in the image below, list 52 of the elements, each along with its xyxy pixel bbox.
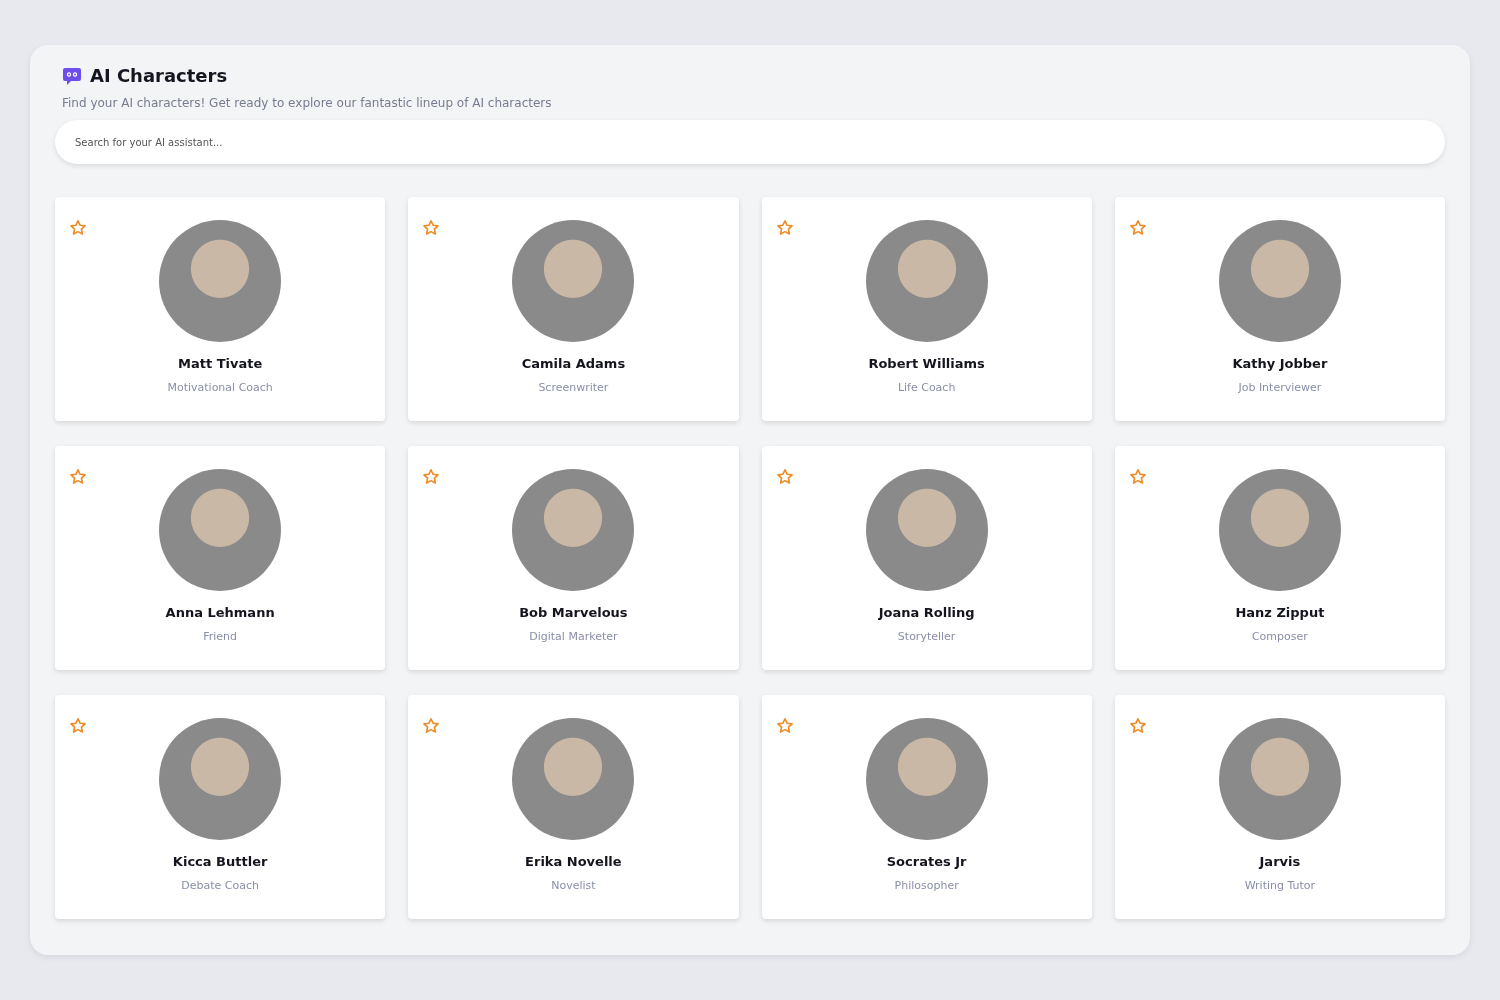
character-role: Philosopher xyxy=(894,879,959,892)
character-role: Novelist xyxy=(551,879,596,892)
star-icon[interactable] xyxy=(1128,717,1147,735)
star-icon[interactable] xyxy=(775,219,794,237)
character-role: Screenwriter xyxy=(538,381,609,394)
character-name: Jarvis xyxy=(1259,854,1301,869)
character-name: Anna Lehmann xyxy=(165,605,275,620)
page-title: AI Characters xyxy=(90,65,228,86)
character-role: Life Coach xyxy=(897,381,956,394)
character-card[interactable]: Anna Lehmann Friend xyxy=(55,446,386,670)
character-card[interactable]: Matt Tivate Motivational Coach xyxy=(55,197,386,421)
character-name: Matt Tivate xyxy=(178,356,263,371)
character-name: Hanz Zipput xyxy=(1235,605,1325,620)
star-icon[interactable] xyxy=(775,717,794,735)
character-card[interactable]: Jarvis Writing Tutor xyxy=(1114,695,1445,919)
page-subtitle: Find your AI characters! Get ready to explore our fantastic lineup of AI characters xyxy=(62,96,553,110)
character-card[interactable]: Bob Marvelous Digital Marketer xyxy=(408,446,739,670)
character-role: Debate Coach xyxy=(181,879,259,892)
character-role: Motivational Coach xyxy=(167,381,273,394)
star-icon[interactable] xyxy=(69,717,87,735)
character-name: Socrates Jr xyxy=(886,854,967,869)
character-role: Job Interviewer xyxy=(1238,381,1322,394)
character-card[interactable]: Kicca Buttler Debate Coach xyxy=(55,695,386,919)
star-icon[interactable] xyxy=(422,468,441,486)
character-card[interactable]: Robert Williams Life Coach xyxy=(761,197,1092,421)
character-name: Kathy Jobber xyxy=(1232,356,1328,371)
character-card[interactable]: Joana Rolling Storyteller xyxy=(761,446,1092,670)
character-card[interactable]: Erika Novelle Novelist xyxy=(408,695,739,919)
star-icon[interactable] xyxy=(422,717,441,735)
star-icon[interactable] xyxy=(69,468,87,486)
character-name: Joana Rolling xyxy=(878,605,975,620)
character-name: Camila Adams xyxy=(521,356,626,371)
character-card[interactable]: Socrates Jr Philosopher xyxy=(761,695,1092,919)
character-name: Erika Novelle xyxy=(525,854,622,869)
star-icon[interactable] xyxy=(1128,219,1147,237)
star-icon[interactable] xyxy=(775,468,794,486)
character-name: Bob Marvelous xyxy=(519,605,628,620)
character-name: Kicca Buttler xyxy=(172,854,268,869)
character-card[interactable]: Camila Adams Screenwriter xyxy=(408,197,739,421)
character-role: Composer xyxy=(1251,630,1308,643)
character-role: Storyteller xyxy=(897,630,956,643)
character-name: Robert Williams xyxy=(868,356,985,371)
character-role: Writing Tutor xyxy=(1244,879,1316,892)
chat-bubble-icon xyxy=(62,65,82,86)
star-icon[interactable] xyxy=(422,219,441,237)
character-role: Digital Marketer xyxy=(529,630,618,643)
character-role: Friend xyxy=(203,630,238,643)
character-card[interactable]: Kathy Jobber Job Interviewer xyxy=(1114,197,1445,421)
star-icon[interactable] xyxy=(69,219,87,237)
character-card[interactable]: Hanz Zipput Composer xyxy=(1114,446,1445,670)
star-icon[interactable] xyxy=(1128,468,1147,486)
search-field[interactable]: Search for your AI assistant... xyxy=(55,120,1445,164)
